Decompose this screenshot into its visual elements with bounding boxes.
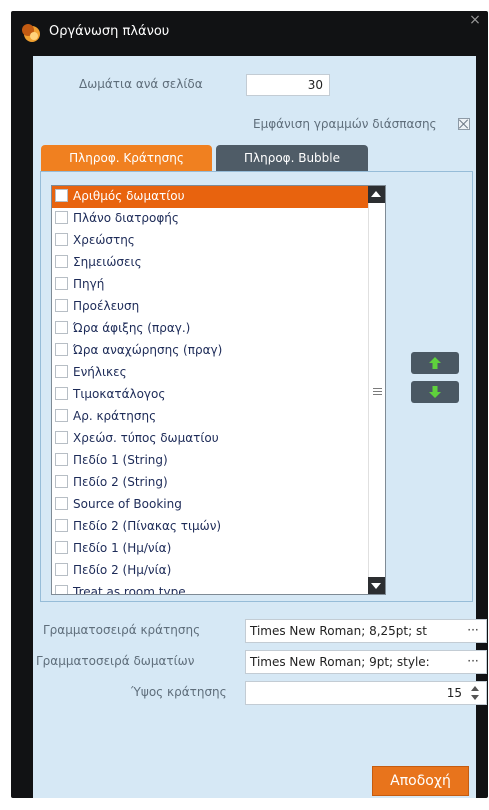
list-item-label: Πεδίο 1 (Ημ/νία) bbox=[73, 541, 172, 555]
list-item-label: Αρ. κράτησης bbox=[73, 409, 157, 423]
booking-height-input[interactable]: 15 bbox=[245, 681, 487, 705]
rooms-font-browse-button[interactable]: ··· bbox=[460, 651, 486, 673]
booking-height-value: 15 bbox=[446, 686, 462, 700]
list-item-label: Χρεώστης bbox=[73, 233, 135, 247]
list-item[interactable]: Πεδίο 2 (Πίνακας τιμών) bbox=[52, 516, 370, 538]
list-item-label: Σημειώσεις bbox=[73, 255, 142, 269]
arrow-down-icon bbox=[429, 386, 441, 398]
scroll-up-arrow-icon[interactable] bbox=[368, 186, 385, 203]
list-item[interactable]: Αρ. κράτησης bbox=[52, 406, 370, 428]
title-bar[interactable]: Οργάνωση πλάνου × bbox=[11, 11, 488, 51]
list-item-label: Αριθμός δωματίου bbox=[73, 189, 185, 203]
list-item[interactable]: Source of Booking bbox=[52, 494, 370, 516]
list-item-label: Πεδίο 2 (Πίνακας τιμών) bbox=[73, 519, 222, 533]
item-checkbox[interactable] bbox=[55, 321, 68, 334]
close-button[interactable]: × bbox=[467, 12, 483, 28]
list-item-label: Πεδίο 1 (String) bbox=[73, 453, 168, 467]
dialog-window: Οργάνωση πλάνου × Δωμάτια ανά σελίδα 30 … bbox=[11, 11, 488, 798]
list-item[interactable]: Ώρα άφιξης (πραγ.) bbox=[52, 318, 370, 340]
dialog-body: Δωμάτια ανά σελίδα 30 Εμφάνιση γραμμών δ… bbox=[33, 56, 487, 798]
list-item[interactable]: Αριθμός δωματίου bbox=[52, 186, 370, 208]
item-checkbox[interactable] bbox=[55, 189, 68, 202]
fields-listbox[interactable]: Αριθμός δωματίου Πλάνο διατροφής Χρεώστης Σ… bbox=[51, 185, 386, 595]
rooms-font-label: Γραμματοσειρά δωματίων bbox=[36, 654, 195, 668]
list-item[interactable]: Ώρα αναχώρησης (πραγ) bbox=[52, 340, 370, 362]
item-checkbox[interactable] bbox=[55, 475, 68, 488]
item-checkbox[interactable] bbox=[55, 497, 68, 510]
item-checkbox[interactable] bbox=[55, 233, 68, 246]
item-checkbox[interactable] bbox=[55, 277, 68, 290]
list-item-label: Ώρα αναχώρησης (πραγ) bbox=[73, 343, 223, 357]
grip-icon bbox=[373, 388, 382, 395]
item-checkbox[interactable] bbox=[55, 255, 68, 268]
list-item[interactable]: Πλάνο διατροφής bbox=[52, 208, 370, 230]
list-item-label: Πλάνο διατροφής bbox=[73, 211, 179, 225]
rooms-per-page-label: Δωμάτια ανά σελίδα bbox=[79, 77, 203, 91]
list-item[interactable]: Χρεώστης bbox=[52, 230, 370, 252]
list-item[interactable]: Ενήλικες bbox=[52, 362, 370, 384]
list-item[interactable]: Σημειώσεις bbox=[52, 252, 370, 274]
move-up-button[interactable] bbox=[411, 352, 459, 374]
item-checkbox[interactable] bbox=[55, 563, 68, 576]
list-item-label: Προέλευση bbox=[73, 299, 140, 313]
booking-height-label: Ύψος κράτησης bbox=[131, 685, 227, 699]
item-checkbox[interactable] bbox=[55, 585, 68, 594]
list-item-label: Treat as room type bbox=[73, 585, 186, 595]
item-checkbox[interactable] bbox=[55, 541, 68, 554]
list-item[interactable]: Treat as room type bbox=[52, 582, 370, 595]
list-item-label: Πεδίο 2 (Ημ/νία) bbox=[73, 563, 172, 577]
booking-font-label: Γραμματοσειρά κράτησης bbox=[43, 623, 201, 637]
item-checkbox[interactable] bbox=[55, 387, 68, 400]
item-checkbox[interactable] bbox=[55, 431, 68, 444]
list-item[interactable]: Χρεώσ. τύπος δωματίου bbox=[52, 428, 370, 450]
window-title: Οργάνωση πλάνου bbox=[49, 24, 170, 39]
list-item-label: Ώρα άφιξης (πραγ.) bbox=[73, 321, 191, 335]
show-split-lines-checkbox[interactable] bbox=[458, 118, 470, 130]
item-checkbox[interactable] bbox=[55, 409, 68, 422]
move-down-button[interactable] bbox=[411, 381, 459, 403]
list-scrollbar[interactable] bbox=[368, 186, 385, 594]
accept-button[interactable]: Αποδοχή bbox=[372, 766, 469, 796]
item-checkbox[interactable] bbox=[55, 211, 68, 224]
list-item[interactable]: Πηγή bbox=[52, 274, 370, 296]
list-item-label: Πηγή bbox=[73, 277, 105, 291]
rooms-font-field[interactable]: Times New Roman; 9pt; style: ··· bbox=[245, 650, 487, 674]
item-checkbox[interactable] bbox=[55, 343, 68, 356]
list-item[interactable]: Προέλευση bbox=[52, 296, 370, 318]
tab-bubble-info[interactable]: Πληροφ. Bubble bbox=[216, 145, 368, 171]
booking-font-value: Times New Roman; 8,25pt; st bbox=[250, 624, 427, 638]
list-item-label: Ενήλικες bbox=[73, 365, 127, 379]
list-item[interactable]: Πεδίο 1 (Ημ/νία) bbox=[52, 538, 370, 560]
list-item-label: Χρεώσ. τύπος δωματίου bbox=[73, 431, 219, 445]
item-checkbox[interactable] bbox=[55, 299, 68, 312]
scrollbar-thumb[interactable] bbox=[368, 203, 385, 577]
rooms-per-page-input[interactable]: 30 bbox=[246, 74, 330, 96]
list-item-label: Source of Booking bbox=[73, 497, 182, 511]
tab-booking-info[interactable]: Πληροφ. Κράτησης bbox=[41, 145, 212, 171]
show-split-lines-label: Εμφάνιση γραμμών διάσπασης bbox=[253, 117, 437, 131]
list-item-label: Πεδίο 2 (String) bbox=[73, 475, 168, 489]
item-checkbox[interactable] bbox=[55, 519, 68, 532]
item-checkbox[interactable] bbox=[55, 365, 68, 378]
spinner-arrows-icon[interactable] bbox=[470, 685, 480, 701]
item-checkbox[interactable] bbox=[55, 453, 68, 466]
list-item[interactable]: Πεδίο 2 (Ημ/νία) bbox=[52, 560, 370, 582]
booking-font-field[interactable]: Times New Roman; 8,25pt; st ··· bbox=[245, 619, 487, 643]
arrow-up-icon bbox=[429, 357, 441, 369]
list-item-label: Τιμοκατάλογος bbox=[73, 387, 166, 401]
rooms-font-value: Times New Roman; 9pt; style: bbox=[250, 655, 430, 669]
list-item[interactable]: Πεδίο 2 (String) bbox=[52, 472, 370, 494]
list-item[interactable]: Τιμοκατάλογος bbox=[52, 384, 370, 406]
list-item[interactable]: Πεδίο 1 (String) bbox=[52, 450, 370, 472]
booking-font-browse-button[interactable]: ··· bbox=[460, 620, 486, 642]
scroll-down-arrow-icon[interactable] bbox=[368, 577, 385, 594]
app-logo-icon bbox=[22, 24, 40, 42]
